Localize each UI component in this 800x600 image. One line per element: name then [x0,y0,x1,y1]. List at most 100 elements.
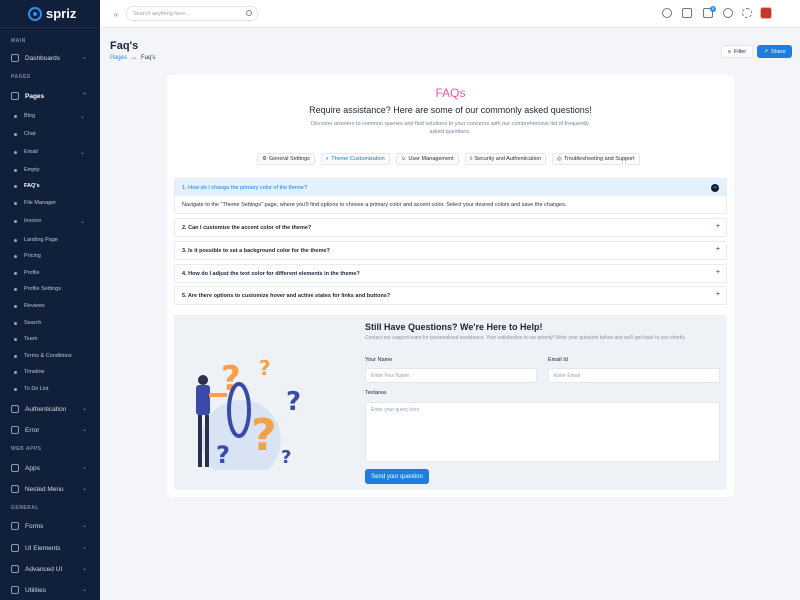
bullet-icon [14,168,17,172]
sidebar-item-label: UI Elements [25,544,61,552]
chevron-down-icon: ⌄ [81,427,87,433]
sidebar-subitem-label: Terms & Conditions [24,353,72,359]
bullet-icon [14,304,17,308]
sidebar-item-authentication[interactable]: Authentication ⌄ [11,403,91,415]
sidebar-subitem-pricing[interactable]: Pricing [14,251,41,261]
filter-icon: ≡ [727,48,731,55]
search-input[interactable]: Search anything here... [126,6,258,21]
plus-icon[interactable]: + [716,269,720,276]
breadcrumb-separator-icon: → [131,55,138,61]
sidebar-item-advanced-ui[interactable]: Advanced UI ⌄ [11,563,91,575]
page-title: Faq's [110,40,139,52]
app-logo[interactable]: spriz [0,0,100,28]
sidebar-subitem-label: Blog [24,113,36,119]
faq-question[interactable]: 3. Is it possible to set a background co… [175,242,726,259]
faq-question[interactable]: 1. How do I change the primary color of … [175,179,726,196]
question-illustration: ? ? ? ? ? ? [196,356,301,470]
faq-question[interactable]: 2. Can I customize the accent color of t… [175,219,726,236]
palette-icon: ◐ [325,156,330,162]
sidebar-subitem-blog[interactable]: Blog ⌄ [14,111,85,121]
sidebar-subitem-reviews[interactable]: Reviews [14,301,45,311]
pages-icon [11,92,19,100]
sidebar-subitem-team[interactable]: Team [14,334,37,344]
sidebar-subitem-terms[interactable]: Terms & Conditions [14,351,72,361]
tab-user-management[interactable]: ☺ User Management [395,153,459,165]
svg-text:?: ? [281,447,291,468]
faq-heading: FAQs [435,86,466,100]
svg-text:?: ? [251,410,277,461]
textarea-placeholder: Enter your query here [371,407,420,413]
faq-answer: Navigate to the "Theme Settings" page, w… [182,201,567,208]
sidebar-subitem-timeline[interactable]: Timeline [14,367,45,377]
section-web-apps: WEB APPS [11,446,42,452]
sidebar-item-error[interactable]: Error ⌄ [11,424,91,436]
plus-icon[interactable]: + [716,223,720,230]
sidebar-subitem-faqs[interactable]: FAQ's [14,181,40,191]
sidebar-subitem-chat[interactable]: Chat [14,129,36,139]
faq-question-text: 2. Can I customize the accent color of t… [182,224,312,231]
sidebar-item-utilities[interactable]: Utilities ⌄ [11,584,91,596]
minus-icon[interactable]: − [711,184,719,192]
filter-button[interactable]: ≡ Filter [721,45,753,58]
sidebar-subitem-label: Email [24,149,38,155]
plus-icon[interactable]: + [716,246,720,253]
tab-general-settings[interactable]: ⚙ General Settings [257,153,315,165]
chevron-down-icon: ⌄ [81,566,87,572]
sidebar-subitem-invoice[interactable]: Invoice ⌄ [14,216,85,226]
faq-question-text: 4. How do I adjust the text color for di… [182,270,360,277]
breadcrumb-root-link[interactable]: Pages [110,55,127,61]
faq-question[interactable]: 5. Are there options to customize hover … [175,287,726,304]
search-icon [246,10,252,16]
share-button[interactable]: ↗ Share [757,45,792,58]
chevron-up-icon: ⌃ [81,93,87,99]
email-field[interactable]: Enter Email [548,368,720,383]
svg-text:?: ? [216,441,230,469]
faq-question[interactable]: 4. How do I adjust the text color for di… [175,265,726,282]
name-placeholder: Enter Your Name [371,372,410,379]
tab-label: Troubleshooting and Support [563,156,635,162]
plus-icon[interactable]: + [716,291,720,298]
sidebar-subitem-todo[interactable]: To Do List [14,384,48,394]
fullscreen-icon[interactable] [742,8,752,18]
faq-subheading: Require assistance? Here are some of our… [309,105,592,115]
tab-label: Theme Customization [331,156,385,162]
chevron-down-icon: ⌄ [81,406,87,412]
language-icon[interactable] [662,8,672,18]
tab-troubleshooting[interactable]: ◎ Troubleshooting and Support [551,153,640,165]
sidebar-subitem-label: Reviews [24,303,45,309]
sidebar-subitem-profile-settings[interactable]: Profile Settings [14,284,61,294]
avatar[interactable] [760,7,772,19]
sidebar-item-pages[interactable]: Pages ⌃ [11,90,91,102]
sidebar-subitem-label: Invoice [24,218,42,224]
tab-security[interactable]: ◊ Security and Authentication [464,153,546,165]
sidebar-subitem-empty[interactable]: Empty [14,165,40,175]
tab-theme-customization[interactable]: ◐ Theme Customization [320,153,390,165]
name-field[interactable]: Enter Your Name [365,368,537,383]
sidebar-item-apps[interactable]: Apps ⌄ [11,462,91,474]
layers-icon [11,485,19,493]
sidebar-item-label: Advanced UI [25,565,63,573]
sidebar-subitem-label: Team [24,336,38,342]
sidebar-item-ui-elements[interactable]: UI Elements ⌄ [11,542,91,554]
bell-icon[interactable] [723,8,733,18]
lock-icon [11,405,19,413]
sidebar-item-label: Utilities [25,586,46,594]
bullet-icon [14,238,17,242]
sidebar-item-forms[interactable]: Forms ⌄ [11,520,91,532]
chevron-down-icon: ⌄ [80,113,86,120]
user-icon: ☺ [400,156,407,162]
support-icon: ◎ [556,156,562,162]
sidebar-subitem-email[interactable]: Email ⌄ [14,147,85,157]
send-question-button[interactable]: Send your question [365,469,429,484]
sidebar-subitem-profile[interactable]: Profile [14,268,40,278]
share-icon: ↗ [763,48,768,55]
sidebar-subitem-landing-page[interactable]: Landing Page [14,235,58,245]
chevron-down-icon: ⌄ [81,523,87,529]
cart-icon[interactable] [682,8,692,18]
sidebar-subitem-file-manager[interactable]: File Manager [14,198,56,208]
sidebar-item-nested-menu[interactable]: Nested Menu ⌄ [11,483,91,495]
query-textarea[interactable]: Enter your query here [365,402,720,462]
sidebar-item-dashboards[interactable]: Dashboards ⌄ [11,52,91,64]
collapse-sidebar-icon[interactable]: « [110,8,122,20]
sidebar-subitem-search[interactable]: Search [14,318,41,328]
